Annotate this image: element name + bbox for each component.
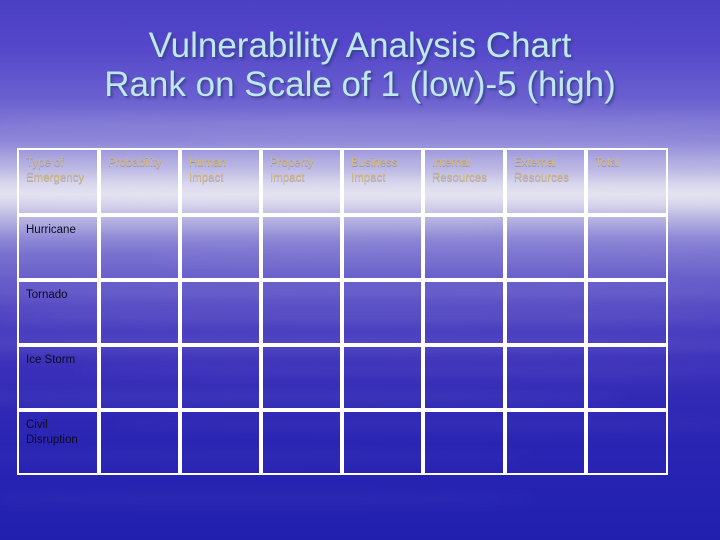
- cell-hurricane-human-impact[interactable]: [180, 215, 261, 280]
- table-row: Ice Storm: [17, 345, 668, 410]
- column-header-label: Human Impact: [189, 157, 227, 184]
- row-label-cell-hurricane[interactable]: Hurricane: [17, 215, 99, 280]
- cell-ice-storm-human-impact[interactable]: [180, 345, 261, 410]
- table-header-row: Type of Emergency Probability Human Impa…: [17, 148, 668, 215]
- column-header-label: Total: [595, 157, 620, 169]
- cell-ice-storm-probability[interactable]: [99, 345, 180, 410]
- cell-tornado-human-impact[interactable]: [180, 280, 261, 345]
- column-header-type-of-emergency[interactable]: Type of Emergency: [17, 148, 99, 215]
- row-label: Ice Storm: [26, 354, 76, 366]
- row-label: Civil Disruption: [26, 419, 78, 447]
- row-label: Tornado: [26, 289, 68, 301]
- cell-ice-storm-external-resources[interactable]: [505, 345, 586, 410]
- table-row: Civil Disruption: [17, 410, 668, 475]
- column-header-total[interactable]: Total: [586, 148, 668, 215]
- cell-hurricane-internal-resources[interactable]: [423, 215, 505, 280]
- column-header-label: Property Impact: [270, 157, 314, 184]
- column-header-internal-resources[interactable]: Internal Resources: [423, 148, 505, 215]
- cell-hurricane-property-impact[interactable]: [261, 215, 342, 280]
- table-row: Tornado: [17, 280, 668, 345]
- cell-hurricane-total[interactable]: [586, 215, 668, 280]
- cell-ice-storm-internal-resources[interactable]: [423, 345, 505, 410]
- cell-tornado-external-resources[interactable]: [505, 280, 586, 345]
- cell-tornado-business-impact[interactable]: [342, 280, 423, 345]
- column-header-probability[interactable]: Probability: [99, 148, 180, 215]
- cell-tornado-internal-resources[interactable]: [423, 280, 505, 345]
- cell-civil-disruption-external-resources[interactable]: [505, 410, 586, 475]
- cell-ice-storm-business-impact[interactable]: [342, 345, 423, 410]
- cell-civil-disruption-probability[interactable]: [99, 410, 180, 475]
- cell-civil-disruption-property-impact[interactable]: [261, 410, 342, 475]
- column-header-label: External Resources: [514, 157, 569, 184]
- cell-ice-storm-property-impact[interactable]: [261, 345, 342, 410]
- cell-civil-disruption-business-impact[interactable]: [342, 410, 423, 475]
- slide-canvas: Vulnerability Analysis Chart Rank on Sca…: [0, 0, 720, 540]
- column-header-label: Type of Emergency: [26, 157, 85, 184]
- column-header-human-impact[interactable]: Human Impact: [180, 148, 261, 215]
- column-header-label: Business Impact: [351, 157, 398, 184]
- row-label-cell-ice-storm[interactable]: Ice Storm: [17, 345, 99, 410]
- vulnerability-analysis-table: Type of Emergency Probability Human Impa…: [17, 148, 668, 475]
- row-label-cell-civil-disruption[interactable]: Civil Disruption: [17, 410, 99, 475]
- cell-hurricane-business-impact[interactable]: [342, 215, 423, 280]
- cell-ice-storm-total[interactable]: [586, 345, 668, 410]
- cell-tornado-probability[interactable]: [99, 280, 180, 345]
- cell-civil-disruption-total[interactable]: [586, 410, 668, 475]
- column-header-external-resources[interactable]: External Resources: [505, 148, 586, 215]
- cell-civil-disruption-internal-resources[interactable]: [423, 410, 505, 475]
- column-header-business-impact[interactable]: Business Impact: [342, 148, 423, 215]
- cell-hurricane-external-resources[interactable]: [505, 215, 586, 280]
- cell-tornado-total[interactable]: [586, 280, 668, 345]
- column-header-label: Probability: [108, 157, 162, 169]
- row-label-cell-tornado[interactable]: Tornado: [17, 280, 99, 345]
- cell-tornado-property-impact[interactable]: [261, 280, 342, 345]
- cell-hurricane-probability[interactable]: [99, 215, 180, 280]
- column-header-property-impact[interactable]: Property Impact: [261, 148, 342, 215]
- column-header-label: Internal Resources: [432, 157, 487, 184]
- cell-civil-disruption-human-impact[interactable]: [180, 410, 261, 475]
- table-row: Hurricane: [17, 215, 668, 280]
- row-label: Hurricane: [26, 224, 76, 236]
